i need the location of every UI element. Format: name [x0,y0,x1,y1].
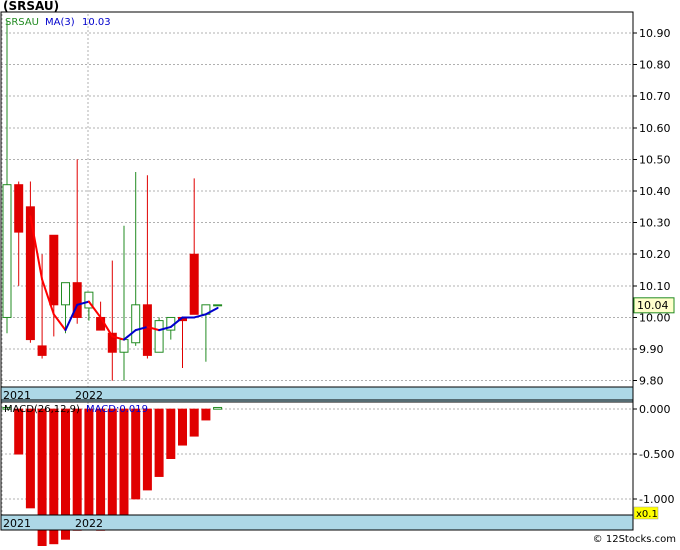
candle-up [131,304,141,344]
macd-year-label: 2022 [75,517,103,530]
macd-tick-label: -0.500 [639,448,674,461]
candle-up [119,339,129,353]
macd-bar [84,408,94,527]
price-tick-label: 10.50 [639,153,671,166]
price-tick-label: 10.00 [639,311,671,324]
chart-title: (SRSAU) [3,0,59,13]
candle-up [213,304,223,307]
legend-symbol: SRSAU [5,17,39,28]
price-tick-label: 10.20 [639,248,671,261]
macd-bar [189,408,199,437]
macd-bar [166,408,176,459]
candle-up [154,320,164,353]
macd-bar [14,408,24,455]
candle-down [37,345,47,356]
macd-bar [72,408,82,531]
macd-tick-label: 0.000 [639,403,671,416]
price-tick-label: 10.80 [639,59,671,72]
footer-copyright: © 12Stocks.com [593,534,676,545]
price-tick-label: 10.30 [639,217,671,230]
price-year-label: 2022 [75,389,103,402]
macd-bar [25,408,35,509]
macd-tick-label: -1.000 [639,493,674,506]
price-year-label: 2021 [3,389,31,402]
last-price-label: 10.04 [637,299,669,312]
price-tick-label: 10.60 [639,122,671,135]
price-tick-label: 9.90 [639,343,664,356]
macd-bar [96,408,106,531]
macd-scale-badge-label: x0.1 [636,509,658,520]
price-tick-label: 10.40 [639,185,671,198]
macd-legend-name: MACD(26,12,9) [4,404,80,415]
macd-bar [154,408,164,477]
chart-root: 9.80 9.90 10.00 10.10 10.20 10.30 10.40 10.50 10… [0,0,680,550]
legend-ma-label: MA(3) [45,17,75,28]
candle-up [61,282,70,306]
macd-bar [142,408,152,491]
macd-bar [119,408,129,518]
candle-down [142,304,152,356]
price-panel-frame [0,11,634,388]
price-tick-label: 9.80 [639,375,664,388]
candle-down [14,184,24,233]
macd-legend-value: MACD:0.019 [86,404,148,415]
macd-bar [213,406,223,410]
macd-bar [107,408,117,527]
price-tick-label: 10.70 [639,90,671,103]
price-tick-label: 10.10 [639,280,671,293]
macd-bar [178,408,187,446]
ma-segment [87,300,102,319]
stock-chart: 9.80 9.90 10.00 10.10 10.20 10.30 10.40 10.50 10… [0,0,676,550]
macd-year-label: 2021 [3,517,31,530]
price-tick-label: 10.90 [639,27,671,40]
legend-ma-value: 10.03 [82,17,111,28]
candle-down [49,234,59,306]
macd-bar [201,408,211,421]
macd-bar [131,408,141,500]
candle-down [189,253,199,315]
ma-segment [52,313,67,332]
candle-up [2,184,12,318]
macd-panel-frame [0,399,634,516]
